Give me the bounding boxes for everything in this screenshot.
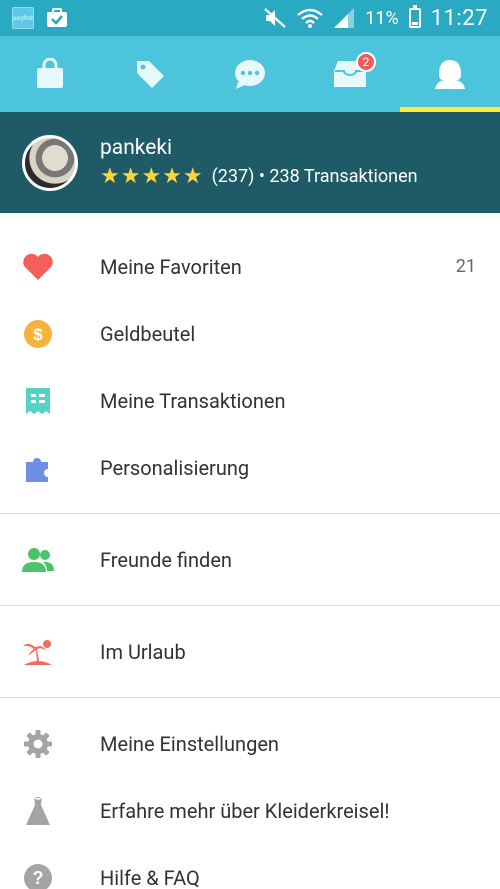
tab-bar: 2: [0, 36, 500, 112]
dress-icon: [26, 795, 50, 825]
rating-stars: ★★★★★: [100, 164, 204, 189]
chat-icon: [235, 60, 265, 89]
menu-item-find-friends[interactable]: Freunde finden: [0, 526, 500, 593]
rating-row: ★★★★★ (237) • 238 Transaktionen: [100, 164, 418, 189]
svg-text:$: $: [33, 325, 43, 344]
tag-icon: [137, 61, 164, 88]
inbox-badge: 2: [356, 52, 376, 72]
app-notification-icon: jucyfnd: [12, 7, 34, 29]
coin-icon: $: [24, 319, 52, 348]
signal-icon: [334, 8, 355, 28]
status-bar: jucyfnd 11% 11:27: [0, 0, 500, 36]
wifi-icon: [297, 8, 324, 28]
puzzle-icon: [26, 457, 48, 482]
menu-item-learn-more[interactable]: Erfahre mehr über Kleiderkreisel!: [0, 777, 500, 844]
avatar[interactable]: [22, 134, 78, 191]
favorites-count: 21: [455, 256, 476, 277]
menu-item-personalization[interactable]: Personalisierung: [0, 434, 500, 501]
tab-sell[interactable]: [100, 36, 200, 112]
briefcase-check-icon: [47, 8, 67, 27]
rating-summary: (237) • 238 Transaktionen: [211, 166, 418, 187]
menu-item-label: Geldbeutel: [100, 321, 196, 346]
menu-item-label: Im Urlaub: [100, 639, 186, 664]
menu-item-wallet[interactable]: $ Geldbeutel: [0, 300, 500, 367]
help-icon: ?: [24, 863, 52, 889]
clock: 11:27: [430, 5, 488, 31]
receipt-icon: [26, 387, 50, 414]
tab-shop[interactable]: [0, 36, 100, 112]
tab-messages[interactable]: [200, 36, 300, 112]
menu-item-help[interactable]: ? Hilfe & FAQ: [0, 844, 500, 889]
menu-item-label: Meine Transaktionen: [100, 388, 286, 413]
profile-header[interactable]: pankeki ★★★★★ (237) • 238 Transaktionen: [0, 112, 500, 213]
username: pankeki: [100, 136, 173, 160]
heart-icon: [23, 253, 53, 280]
menu-item-vacation[interactable]: Im Urlaub: [0, 618, 500, 685]
profile-icon: [435, 60, 465, 89]
menu-item-settings[interactable]: Meine Einstellungen: [0, 710, 500, 777]
menu-item-transactions[interactable]: Meine Transaktionen: [0, 367, 500, 434]
battery-icon: [408, 5, 421, 28]
palm-island-icon: [23, 639, 52, 665]
menu-item-label: Meine Favoriten: [100, 254, 242, 279]
gear-icon: [24, 729, 52, 758]
shopping-bag-icon: [37, 58, 63, 88]
profile-menu: Meine Favoriten 21 $ Geldbeutel Meine Tr…: [0, 213, 500, 889]
menu-item-label: Meine Einstellungen: [100, 731, 279, 756]
mute-icon: [264, 8, 287, 28]
menu-item-label: Erfahre mehr über Kleiderkreisel!: [100, 798, 390, 823]
friends-icon: [22, 547, 54, 572]
battery-percent: 11%: [365, 7, 399, 29]
menu-item-label: Freunde finden: [100, 547, 232, 572]
tab-profile[interactable]: [400, 36, 500, 112]
tab-inbox[interactable]: 2: [300, 36, 400, 112]
menu-item-label: Personalisierung: [100, 455, 250, 480]
menu-item-favorites[interactable]: Meine Favoriten 21: [0, 233, 500, 300]
menu-item-label: Hilfe & FAQ: [100, 865, 200, 889]
svg-text:?: ?: [33, 868, 44, 888]
